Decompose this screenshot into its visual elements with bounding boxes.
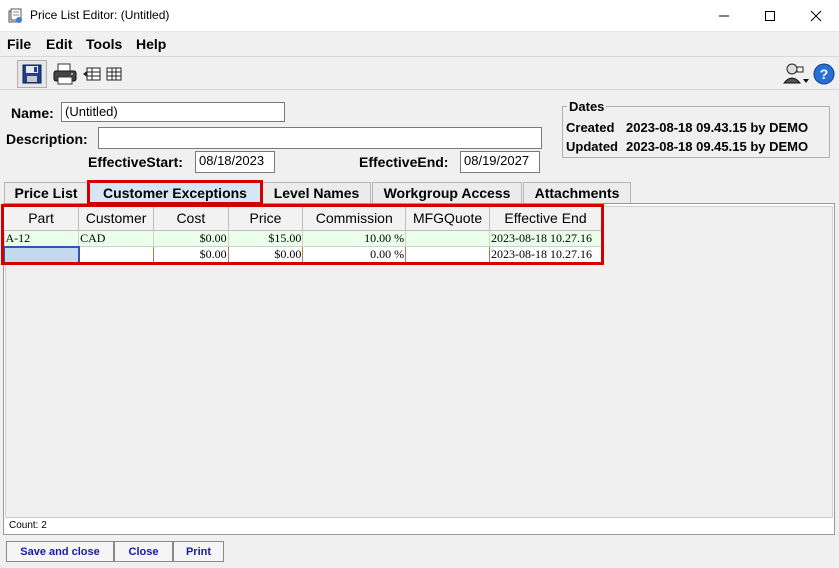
tab-customer-exceptions[interactable]: Customer Exceptions xyxy=(87,180,263,205)
svg-text:?: ? xyxy=(820,66,829,82)
table-row[interactable]: A-12 CAD $0.00 $15.00 10.00 % 2023-08-18… xyxy=(3,229,602,247)
save-button[interactable] xyxy=(17,60,47,88)
export-table-button[interactable] xyxy=(82,65,102,83)
maximize-icon xyxy=(765,11,775,21)
close-button[interactable]: Close xyxy=(114,541,173,562)
updated-label: Updated xyxy=(566,139,618,154)
exceptions-table: Part Customer Cost Price Commission MFGQ… xyxy=(3,206,602,264)
cell-part[interactable] xyxy=(3,245,80,264)
menu-help[interactable]: Help xyxy=(136,36,166,52)
print-button[interactable]: Print xyxy=(173,541,224,562)
minimize-button[interactable] xyxy=(701,0,747,32)
table-header-row: Part Customer Cost Price Commission MFGQ… xyxy=(4,206,602,231)
name-input[interactable]: (Untitled) xyxy=(61,102,285,122)
grid-view-button[interactable] xyxy=(104,65,124,83)
cell-customer[interactable]: CAD xyxy=(78,229,155,247)
floppy-save-icon xyxy=(22,64,42,84)
effective-end-input[interactable]: 08/19/2027 xyxy=(460,151,540,173)
column-header-mfgquote[interactable]: MFGQuote xyxy=(405,206,491,231)
dates-title: Dates xyxy=(567,99,607,114)
updated-row: Updated 2023-08-18 09.45.15 by DEMO xyxy=(566,139,830,155)
app-icon xyxy=(8,8,24,24)
window-title: Price List Editor: (Untitled) xyxy=(30,8,170,22)
minimize-icon xyxy=(719,15,729,17)
column-header-customer[interactable]: Customer xyxy=(78,206,155,231)
cell-commission[interactable]: 10.00 % xyxy=(302,229,407,247)
title-bar: Price List Editor: (Untitled) xyxy=(0,0,839,32)
column-header-effective-end[interactable]: Effective End xyxy=(489,206,602,231)
help-button[interactable]: ? xyxy=(812,62,836,86)
cell-customer[interactable] xyxy=(78,246,155,263)
printer-icon xyxy=(53,63,77,85)
menu-edit[interactable]: Edit xyxy=(46,36,72,52)
menu-file[interactable]: File xyxy=(7,36,31,52)
column-header-price[interactable]: Price xyxy=(228,206,304,231)
effective-start-label: EffectiveStart: xyxy=(88,154,183,170)
table-export-icon xyxy=(83,67,101,81)
user-wizard-icon xyxy=(782,63,809,84)
menu-tools[interactable]: Tools xyxy=(86,36,122,52)
updated-value: 2023-08-18 09.45.15 by DEMO xyxy=(626,139,809,154)
table-row[interactable]: $0.00 $0.00 0.00 % 2023-08-18 10.27.16 xyxy=(3,245,602,264)
cell-mfgquote[interactable] xyxy=(405,229,491,247)
cell-effective-end[interactable]: 2023-08-18 10.27.16 xyxy=(489,229,602,247)
cell-commission[interactable]: 0.00 % xyxy=(302,246,407,263)
tab-price-list[interactable]: Price List xyxy=(4,182,88,203)
cell-cost[interactable]: $0.00 xyxy=(153,246,229,263)
column-header-commission[interactable]: Commission xyxy=(302,206,407,231)
help-icon: ? xyxy=(813,63,835,85)
row-count: Count: 2 xyxy=(9,520,47,531)
created-label: Created xyxy=(566,120,615,135)
name-label: Name: xyxy=(11,105,54,121)
table-grid-icon xyxy=(106,67,122,81)
description-input[interactable] xyxy=(98,127,542,149)
tab-attachments[interactable]: Attachments xyxy=(523,182,631,203)
cell-price[interactable]: $15.00 xyxy=(227,229,304,247)
close-icon xyxy=(810,10,822,22)
created-value: 2023-08-18 09.43.15 by DEMO xyxy=(626,120,809,135)
created-row: Created 2023-08-18 09.43.15 by DEMO xyxy=(566,120,830,136)
print-toolbar-button[interactable] xyxy=(50,60,80,88)
cell-price[interactable]: $0.00 xyxy=(227,246,304,263)
cell-mfgquote[interactable] xyxy=(405,246,491,263)
toolbar: ? xyxy=(0,56,839,90)
user-wizard-button[interactable] xyxy=(780,60,812,88)
menu-bar: File Edit Tools Help xyxy=(0,32,839,54)
save-and-close-button[interactable]: Save and close xyxy=(6,541,114,562)
description-label: Description: xyxy=(6,131,88,147)
close-window-button[interactable] xyxy=(793,0,839,32)
cell-effective-end[interactable]: 2023-08-18 10.27.16 xyxy=(489,246,602,263)
tab-workgroup-access[interactable]: Workgroup Access xyxy=(372,182,522,203)
column-header-cost[interactable]: Cost xyxy=(153,206,229,231)
effective-end-label: EffectiveEnd: xyxy=(359,154,449,170)
tab-level-names[interactable]: Level Names xyxy=(262,182,371,203)
effective-start-input[interactable]: 08/18/2023 xyxy=(195,151,275,173)
column-header-part[interactable]: Part xyxy=(4,206,80,231)
cell-cost[interactable]: $0.00 xyxy=(153,229,229,247)
cell-part[interactable]: A-12 xyxy=(3,229,80,247)
maximize-button[interactable] xyxy=(747,0,793,32)
